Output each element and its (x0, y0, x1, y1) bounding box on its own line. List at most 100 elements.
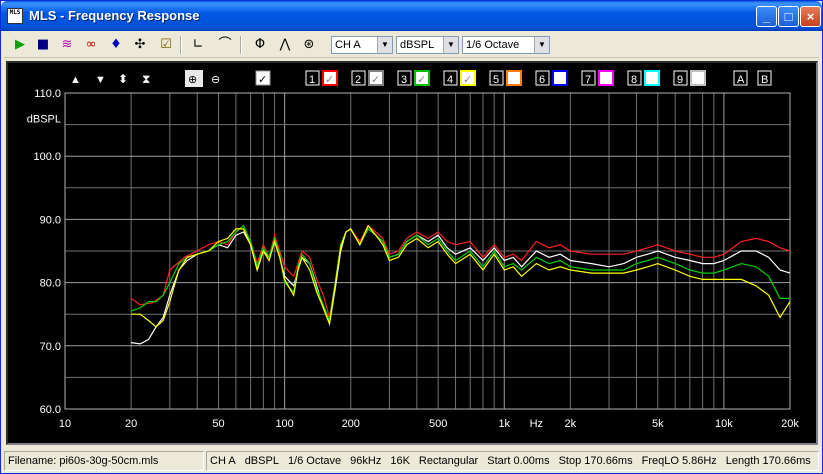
status-filename: Filename: pi60s-30g-50cm.mls (4, 451, 204, 471)
chevron-down-icon[interactable]: ▼ (377, 37, 392, 53)
status-item: Stop 170.66ms (558, 455, 633, 467)
overlay-2-toggle[interactable]: 2 ✓ (351, 70, 384, 86)
overlay-6-toggle[interactable]: 6 (535, 70, 568, 86)
y-tick-label: 90.0 (40, 214, 61, 226)
axes-icon[interactable]: ∟ (188, 35, 208, 55)
smoothing-value: 1/6 Octave (466, 39, 520, 51)
overlay-a-label: A (737, 74, 745, 86)
overlay-1-toggle[interactable]: 1 ✓ (305, 70, 338, 86)
status-item: 96kHz (350, 455, 382, 467)
cursor-icon[interactable]: ✣ (130, 35, 150, 55)
x-tick-label: 200 (342, 418, 360, 430)
window-title: MLS - Frequency Response (29, 8, 200, 23)
status-item: Rectangular (418, 455, 479, 467)
marker-icon[interactable]: ♦ (106, 35, 126, 55)
x-axis-label: Hz (530, 418, 543, 430)
toolbar-separator (180, 36, 182, 54)
overlay-number: 6 (539, 74, 545, 86)
chevron-down-icon[interactable]: ▼ (534, 37, 549, 53)
overlay-b-label: B (761, 74, 768, 86)
y-tick-label: 70.0 (40, 341, 61, 353)
phase-icon[interactable]: Φ (250, 35, 270, 55)
x-tick-label: 1k (498, 418, 510, 430)
run-icon[interactable]: ▶ (10, 35, 30, 55)
x-tick-label: 20 (125, 418, 137, 430)
x-tick-label: 5k (652, 418, 664, 430)
frequency-response-chart[interactable]: ▲ ▼ ⬍ ⧗ ⊕ ⊖ ✓ 1 ✓ 2 ✓ 3 ✓ 4 ✓ 5 6 7 8 9 A B 110.0100.0… (8, 63, 816, 443)
plot-panel[interactable]: ▲ ▼ ⬍ ⧗ ⊕ ⊖ ✓ 1 ✓ 2 ✓ 3 ✓ 4 ✓ 5 6 7 8 9 A B 110.0 100.0… (6, 61, 818, 445)
x-tick-label: 10k (715, 418, 733, 430)
status-bar: Filename: pi60s-30g-50cm.mls CH A dBSPL 1/… (4, 451, 819, 471)
check-icon: ✓ (463, 74, 472, 86)
y-axis-label: dBSPL (27, 113, 61, 125)
x-tick-label: 2k (565, 418, 577, 430)
overlay-number: 5 (493, 74, 499, 86)
toolbar: ▶ ■ ≋ ∞ ♦ ✣ ☑ ∟ ⌒ Φ ⋀ ⊛ CH A ▼ dBSPL ▼ 1… (4, 32, 819, 58)
status-details: CH A dBSPL 1/6 Octave 96kHz 16K Rectangular St… (206, 451, 819, 471)
infinity-icon[interactable]: ∞ (81, 35, 101, 55)
expand-icon[interactable]: ⬍ (118, 72, 128, 86)
app-window: MLS MLS - Frequency Response _ □ × ▶ ■ ≋… (0, 0, 823, 474)
status-item: 1/6 Octave (287, 455, 342, 467)
y-tick-label: 60.0 (40, 404, 61, 416)
x-tick-label: 20k (781, 418, 799, 430)
channel-select[interactable]: CH A ▼ (331, 36, 393, 54)
status-item: Start 0.00ms (487, 455, 550, 467)
check-icon: ✓ (371, 74, 380, 86)
overlay-9-toggle[interactable]: 9 (673, 70, 706, 86)
status-item: 16K (390, 455, 410, 467)
plot-toolbar: ▲ ▼ ⬍ ⧗ ⊕ ⊖ ✓ 1 ✓ 2 ✓ 3 ✓ 4 ✓ 5 6 7 8 9 A B (70, 70, 772, 87)
unit-select[interactable]: dBSPL ▼ (396, 36, 459, 54)
check-icon: ✓ (258, 74, 267, 86)
title-bar[interactable]: MLS MLS - Frequency Response _ □ × (1, 1, 822, 31)
overlay-color-checkbox[interactable] (690, 70, 706, 86)
toolbar-separator (240, 36, 242, 54)
overlay-8-toggle[interactable]: 8 (627, 70, 660, 86)
compress-icon[interactable]: ⧗ (142, 72, 150, 86)
check-icon: ✓ (325, 74, 334, 86)
target-icon[interactable]: ⊛ (299, 35, 319, 55)
zoom-out-icon[interactable]: ⊖ (211, 74, 220, 86)
overlay-5-toggle[interactable]: 5 (489, 70, 522, 86)
zoom-in-glyph: ⊕ (188, 74, 197, 86)
overlay-7-toggle[interactable]: 7 (581, 70, 614, 86)
unit-value: dBSPL (400, 39, 435, 51)
series-line-2 (131, 227, 791, 345)
overlay-color-checkbox[interactable] (644, 70, 660, 86)
app-icon: MLS (7, 8, 23, 24)
minimize-button[interactable]: _ (756, 6, 777, 27)
scale-down-icon[interactable]: ▼ (95, 74, 106, 86)
overlay-color-checkbox[interactable] (552, 70, 568, 86)
overlay-4-toggle[interactable]: 4 ✓ (443, 70, 476, 86)
channel-value: CH A (335, 39, 361, 51)
status-item: FreqLO 5.86Hz (641, 455, 717, 467)
save-icon[interactable]: ■ (33, 35, 53, 55)
overlay-3-toggle[interactable]: 3 ✓ (397, 70, 430, 86)
overlay-number: 2 (355, 74, 361, 86)
maximize-button[interactable]: □ (778, 6, 799, 27)
overlay-number: 3 (401, 74, 407, 86)
overlay-number: 9 (677, 74, 683, 86)
y-tick-label: 80.0 (40, 278, 61, 290)
x-tick-label: 50 (212, 418, 224, 430)
scale-up-icon[interactable]: ▲ (70, 74, 81, 86)
overlay-number: 4 (447, 74, 453, 86)
filter-icon[interactable]: ⋀ (275, 35, 295, 55)
check-icon: ✓ (417, 74, 426, 86)
overlay-color-checkbox[interactable] (506, 70, 522, 86)
overlay-color-checkbox[interactable] (598, 70, 614, 86)
smoothing-select[interactable]: 1/6 Octave ▼ (462, 36, 550, 54)
x-tick-label: 500 (429, 418, 447, 430)
chevron-down-icon[interactable]: ▼ (443, 37, 458, 53)
y-tick-label: 100.0 (33, 151, 61, 163)
status-item: CH A (210, 455, 236, 467)
curve-icon[interactable]: ⌒ (215, 35, 235, 55)
status-item: dBSPL (244, 455, 279, 467)
spectrum-icon[interactable]: ≋ (57, 35, 77, 55)
status-item: Length 170.66ms (725, 455, 811, 467)
y-tick-label: 110.0 (34, 88, 61, 100)
series-line-3 (130, 224, 790, 323)
check-icon[interactable]: ☑ (156, 35, 176, 55)
close-button[interactable]: × (800, 6, 821, 27)
overlay-number: 7 (585, 74, 591, 86)
